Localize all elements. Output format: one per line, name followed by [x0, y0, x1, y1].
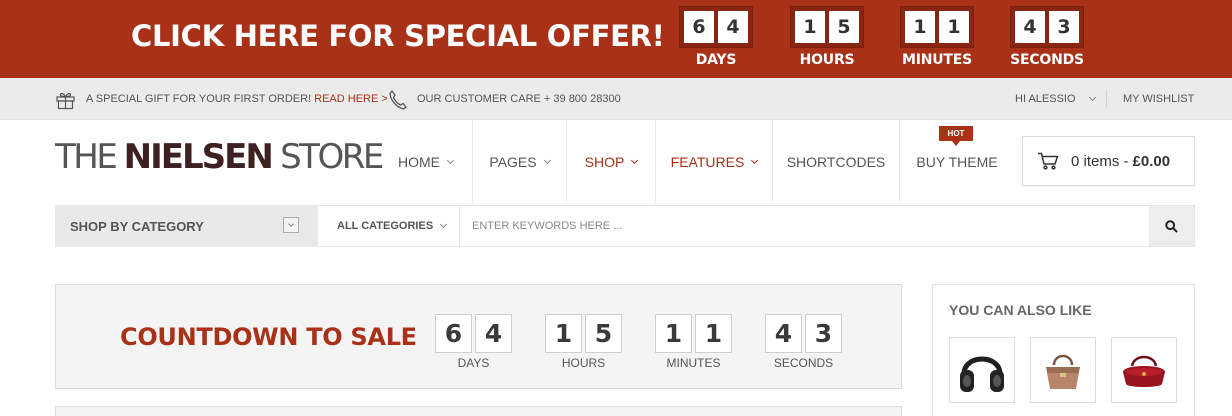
countdown-digit: 5 [585, 314, 622, 353]
divider [1106, 90, 1107, 108]
chevron-down-icon [288, 220, 294, 227]
purse-icon [1123, 355, 1165, 387]
nav-label: SHOP [584, 154, 625, 170]
handbag-icon [1046, 354, 1080, 389]
read-here-link[interactable]: READ HERE > [314, 93, 388, 105]
chevron-down-icon [631, 156, 639, 165]
cart-button[interactable]: 0 items - £0.00 [1022, 136, 1195, 186]
chevron-down-icon [751, 156, 759, 165]
nav-label: PAGES [489, 154, 537, 170]
product-thumb-handbag[interactable] [1030, 337, 1096, 403]
chevron-down-icon [440, 220, 448, 229]
nav-shortcodes[interactable]: SHORTCODES [773, 120, 900, 204]
user-menu[interactable]: HI ALESSIO [1015, 78, 1096, 120]
countdown-unit: SECONDS [773, 356, 834, 370]
chevron-down-icon [543, 156, 551, 165]
customer-care: OUR CUSTOMER CARE + 39 800 28300 [388, 78, 621, 120]
countdown-unit: MINUTES [901, 52, 973, 68]
nav-label: FEATURES [670, 154, 745, 170]
countdown-digit: 4 [475, 314, 512, 353]
customer-care-text: OUR CUSTOMER CARE + 39 800 28300 [417, 93, 621, 105]
category-select-label: ALL CATEGORIES [337, 220, 434, 232]
countdown-unit: SECONDS [1010, 52, 1084, 68]
logo-part: STORE [271, 137, 384, 177]
cart-count: 0 items [1071, 152, 1120, 170]
countdown-digit: 6 [684, 11, 714, 43]
user-menu-label: HI ALESSIO [1015, 93, 1076, 105]
content-panel [55, 406, 902, 416]
gift-icon [55, 89, 76, 110]
search-icon [1165, 219, 1178, 233]
sale-countdown-panel: COUNTDOWN TO SALE 64 DAYS 15 HOURS 11 MI… [55, 284, 902, 389]
countdown-digit: 1 [905, 11, 935, 43]
nav-shop[interactable]: SHOP [567, 120, 656, 204]
cart-separator: - [1123, 152, 1129, 170]
countdown-digit: 1 [655, 314, 692, 353]
sale-countdown-hours: 15 HOURS [545, 314, 622, 370]
countdown-digit: 3 [1049, 11, 1079, 43]
cart-total: £0.00 [1132, 152, 1171, 170]
countdown-digit: 3 [805, 314, 842, 353]
shop-by-category[interactable]: SHOP BY CATEGORY [55, 205, 318, 247]
wishlist-label: MY WISHLIST [1123, 93, 1195, 105]
product-thumb-headphones[interactable] [949, 337, 1015, 403]
search-input[interactable] [460, 206, 1149, 246]
nav-label: HOME [398, 154, 440, 170]
countdown-digit: 6 [435, 314, 472, 353]
gift-text: A SPECIAL GIFT FOR YOUR FIRST ORDER! [86, 93, 312, 105]
countdown-digit: 4 [765, 314, 802, 353]
countdown-seconds: 43 SECONDS [1010, 6, 1084, 68]
product-thumb-red-purse[interactable] [1111, 337, 1177, 403]
nav-label: SHORTCODES [786, 154, 886, 170]
utility-bar: A SPECIAL GIFT FOR YOUR FIRST ORDER! REA… [0, 78, 1232, 120]
countdown-unit: DAYS [695, 52, 737, 68]
nav-label: BUY THEME [916, 154, 998, 170]
countdown-unit: MINUTES [666, 356, 721, 370]
related-title: YOU CAN ALSO LIKE [949, 302, 1092, 318]
shop-by-category-label: SHOP BY CATEGORY [70, 218, 204, 234]
countdown-minutes: 11 MINUTES [900, 6, 974, 68]
countdown-days: 64 DAYS [679, 6, 753, 68]
cart-icon [1037, 152, 1059, 170]
phone-icon [388, 89, 407, 110]
countdown-digit: 1 [545, 314, 582, 353]
countdown-digit: 4 [718, 11, 748, 43]
search-bar: ALL CATEGORIES [318, 205, 1195, 247]
hot-badge: HOT [939, 126, 973, 146]
search-button[interactable] [1149, 206, 1194, 246]
site-logo[interactable]: THE NIELSEN STORE [55, 137, 384, 177]
countdown-digit: 1 [795, 11, 825, 43]
countdown-unit: DAYS [457, 356, 490, 370]
category-select[interactable]: ALL CATEGORIES [318, 206, 460, 246]
nav-features[interactable]: FEATURES [656, 120, 773, 204]
gift-notice: A SPECIAL GIFT FOR YOUR FIRST ORDER! REA… [55, 78, 388, 120]
logo-part: THE [55, 137, 124, 177]
countdown-digit: 1 [695, 314, 732, 353]
countdown-unit: HOURS [799, 52, 855, 68]
sale-countdown-seconds: 43 SECONDS [765, 314, 842, 370]
sale-title: COUNTDOWN TO SALE [120, 323, 417, 351]
category-toggle[interactable] [283, 217, 299, 233]
countdown-digit: 1 [939, 11, 969, 43]
chevron-down-icon [446, 156, 455, 165]
countdown-digit: 4 [1015, 11, 1045, 43]
offer-link[interactable]: CLICK HERE FOR SPECIAL OFFER! [131, 19, 665, 53]
countdown-unit: HOURS [561, 356, 606, 370]
headphones-icon [960, 356, 1004, 392]
nav-pages[interactable]: PAGES [473, 120, 567, 204]
related-products: YOU CAN ALSO LIKE [932, 284, 1195, 416]
logo-part: NIELSEN [123, 137, 274, 177]
nav-home[interactable]: HOME [379, 120, 473, 204]
wishlist-link[interactable]: MY WISHLIST [1123, 78, 1194, 120]
sale-countdown-minutes: 11 MINUTES [655, 314, 732, 370]
chevron-down-icon [1088, 93, 1096, 102]
countdown-digit: 5 [829, 11, 859, 43]
sale-countdown-days: 64 DAYS [435, 314, 512, 370]
countdown-hours: 15 HOURS [790, 6, 864, 68]
offer-bar[interactable]: CLICK HERE FOR SPECIAL OFFER! 64 DAYS 15… [0, 0, 1232, 78]
